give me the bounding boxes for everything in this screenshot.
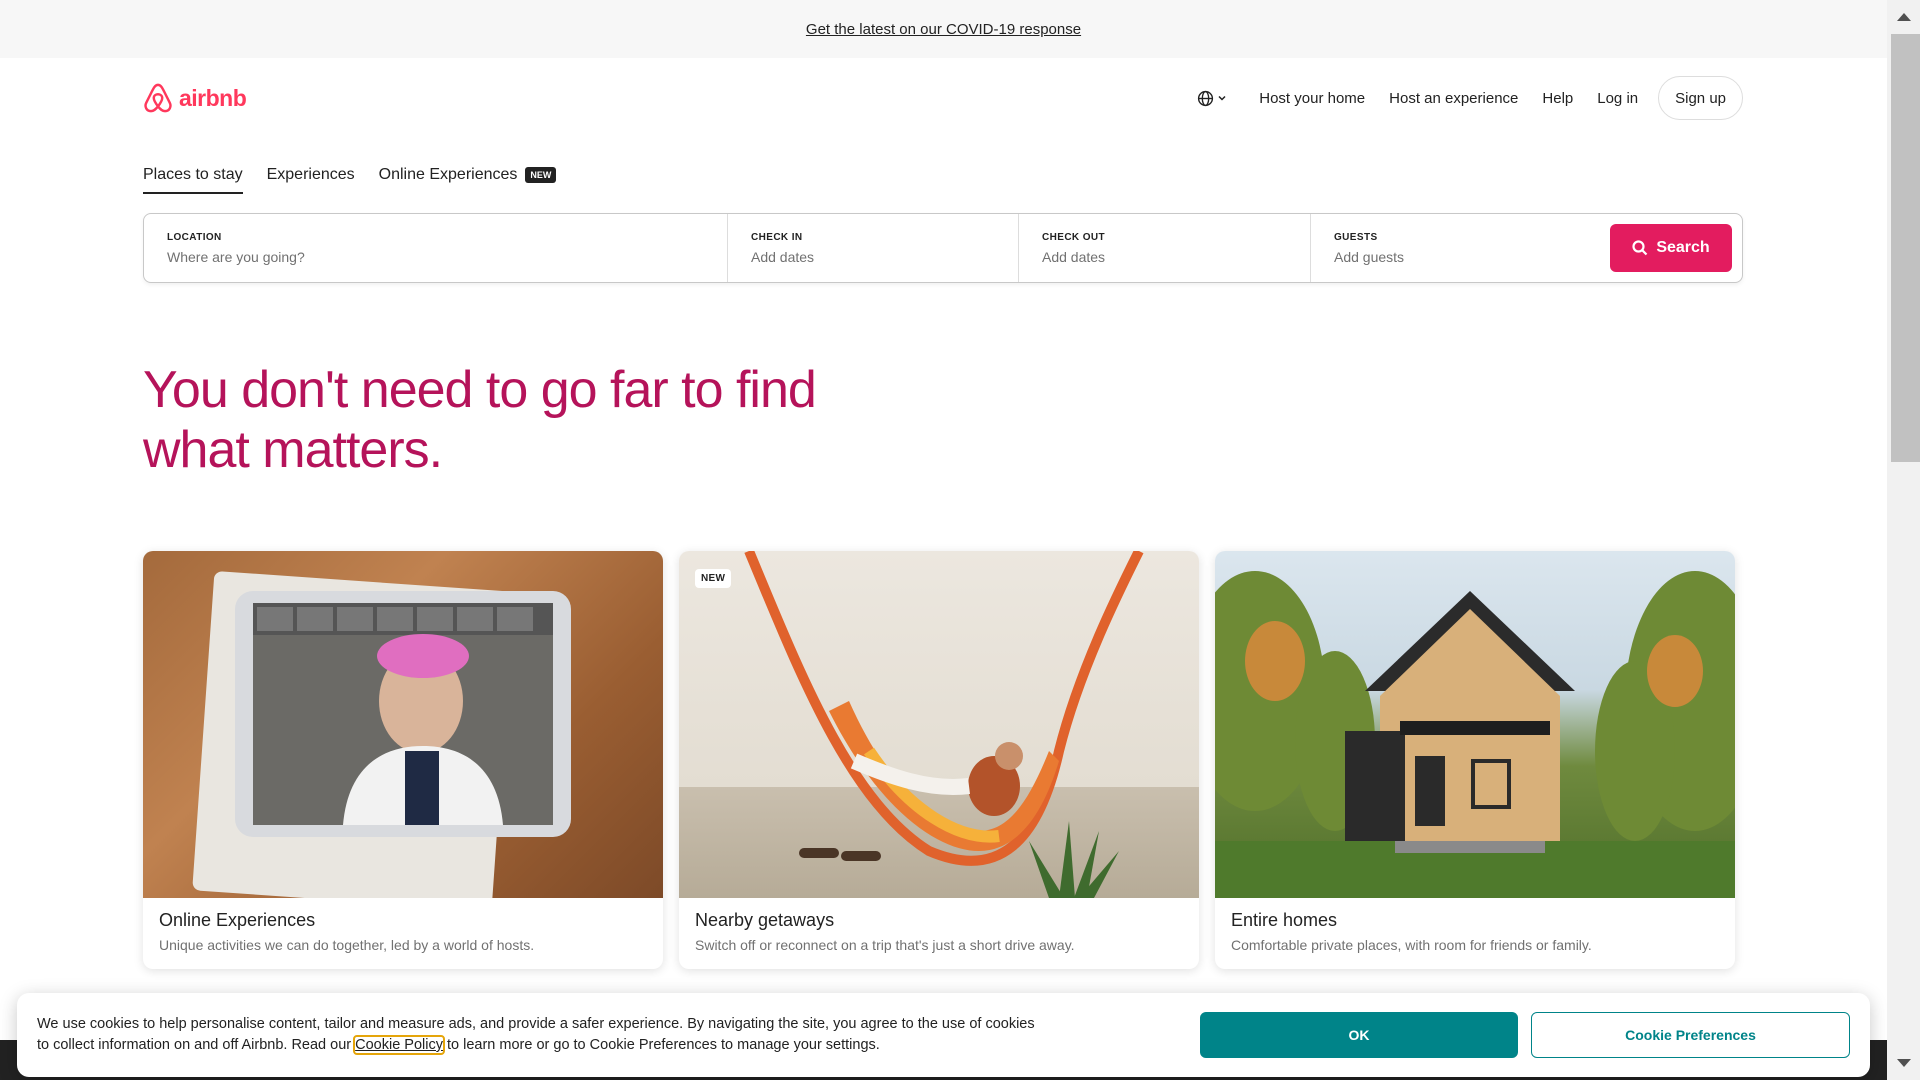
card-title: Online Experiences [159, 910, 316, 930]
cookie-text-after: to learn more or go to Cookie Preference… [442, 1037, 880, 1053]
tab-places-to-stay[interactable]: Places to stay [143, 166, 243, 194]
hero-headline-line2: what matters. [143, 421, 443, 479]
check-out-field[interactable]: CHECK OUT Add dates [1019, 214, 1311, 282]
location-input[interactable] [167, 248, 704, 265]
site-header: airbnb Host your home Host an experience… [143, 76, 1743, 120]
tab-label: Places to stay [143, 166, 243, 183]
search-icon [1632, 240, 1648, 256]
search-button-label: Search [1656, 239, 1710, 256]
scroll-up-arrow[interactable] [1887, 0, 1920, 34]
check-in-field[interactable]: CHECK IN Add dates [728, 214, 1019, 282]
category-cards: Online Experiences Unique activities we … [143, 551, 1735, 969]
check-in-label: CHECK IN [751, 231, 803, 243]
tab-online-experiences[interactable]: Online Experiences NEW [379, 166, 557, 194]
header-nav: Host your home Host an experience Help L… [1189, 76, 1743, 120]
hero-headline-line1: You don't need to go far to find [143, 361, 817, 419]
new-badge: NEW [525, 167, 557, 183]
search-tabs: Places to stay Experiences Online Experi… [143, 166, 557, 194]
airbnb-belo-icon [144, 83, 172, 113]
new-badge: NEW [695, 569, 732, 588]
location-field[interactable]: LOCATION [144, 214, 728, 282]
airbnb-logo[interactable]: airbnb [143, 82, 247, 114]
card-online-experiences[interactable]: Online Experiences Unique activities we … [143, 551, 663, 969]
logo-text: airbnb [179, 84, 247, 111]
card-nearby-getaways[interactable]: NEW Nearby getaways Switch off or reconn… [679, 551, 1199, 969]
chevron-down-icon [1218, 95, 1226, 101]
guests-label: GUESTS [1334, 231, 1378, 243]
tab-label: Experiences [266, 166, 355, 183]
covid-banner: Get the latest on our COVID-19 response [0, 0, 1887, 58]
hero-headline: You don't need to go far to find what ma… [143, 360, 943, 480]
scroll-down-arrow[interactable] [1887, 1046, 1920, 1080]
card-subtitle: Unique activities we can do together, le… [159, 937, 535, 953]
cookie-ok-button[interactable]: OK [1200, 1012, 1518, 1058]
check-out-label: CHECK OUT [1042, 231, 1106, 243]
search-bar: LOCATION CHECK IN Add dates CHECK OUT Ad… [143, 213, 1743, 283]
card-title: Entire homes [1231, 910, 1338, 930]
globe-icon [1198, 90, 1214, 106]
check-out-value: Add dates [1042, 248, 1106, 265]
host-your-home-link[interactable]: Host your home [1247, 82, 1377, 115]
cabin-house-image [1215, 551, 1735, 898]
log-in-link[interactable]: Log in [1585, 82, 1650, 115]
scroll-thumb[interactable] [1891, 34, 1920, 462]
cookie-preferences-button[interactable]: Cookie Preferences [1531, 1012, 1850, 1058]
card-entire-homes[interactable]: Entire homes Comfortable private places,… [1215, 551, 1735, 969]
sign-up-button[interactable]: Sign up [1658, 76, 1743, 120]
search-button[interactable]: Search [1610, 224, 1732, 272]
tab-label: Online Experiences [378, 166, 518, 183]
guests-field[interactable]: GUESTS Add guests [1311, 214, 1601, 282]
host-an-experience-link[interactable]: Host an experience [1377, 82, 1530, 115]
guests-value: Add guests [1334, 248, 1405, 265]
cookie-policy-link[interactable]: Cookie Policy [353, 1035, 445, 1055]
cookie-message: We use cookies to help personalise conte… [37, 1014, 1037, 1056]
location-label: LOCATION [167, 231, 222, 243]
page-scrollbar[interactable] [1887, 0, 1920, 1080]
check-in-value: Add dates [751, 248, 815, 265]
tablet-video-call-image [143, 551, 663, 898]
tab-experiences[interactable]: Experiences [267, 166, 355, 194]
card-title: Nearby getaways [695, 910, 835, 930]
help-link[interactable]: Help [1530, 82, 1585, 115]
language-selector[interactable] [1189, 82, 1235, 115]
card-subtitle: Comfortable private places, with room fo… [1231, 937, 1592, 953]
cookie-actions: OK Cookie Preferences [1200, 1012, 1850, 1058]
cookie-banner: We use cookies to help personalise conte… [17, 993, 1870, 1077]
card-subtitle: Switch off or reconnect on a trip that's… [695, 937, 1075, 953]
covid-response-link[interactable]: Get the latest on our COVID-19 response [806, 21, 1081, 38]
hammock-image: NEW [679, 551, 1199, 898]
